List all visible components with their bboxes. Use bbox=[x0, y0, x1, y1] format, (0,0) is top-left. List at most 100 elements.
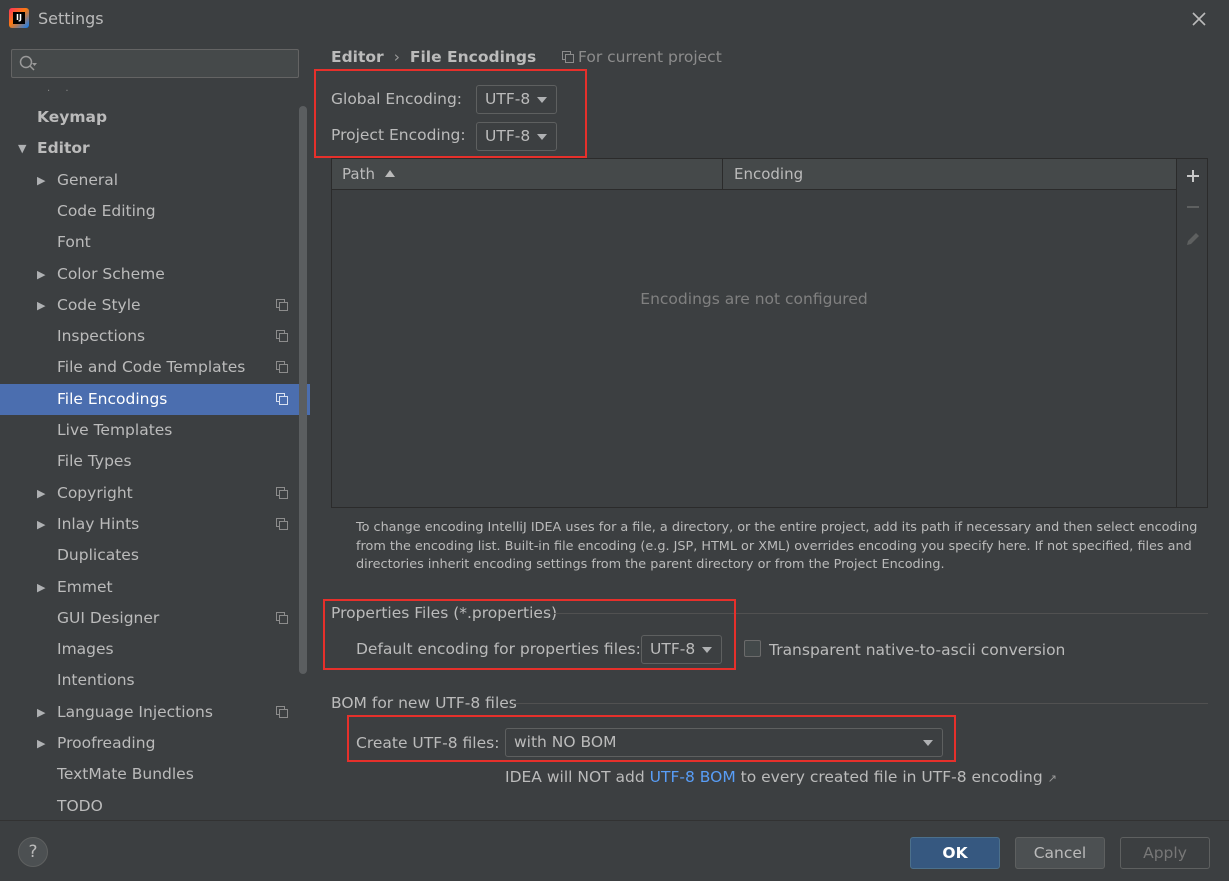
expand-arrow-closed-icon[interactable]: ▶ bbox=[37, 572, 45, 603]
sidebar-item-editor[interactable]: ▼ Editor bbox=[0, 133, 310, 164]
search-icon bbox=[19, 55, 37, 71]
expand-arrow-closed-icon[interactable]: ▶ bbox=[37, 728, 45, 759]
add-button[interactable] bbox=[1183, 166, 1203, 186]
window-title: Settings bbox=[38, 9, 104, 28]
sidebar-item-font[interactable]: Font bbox=[0, 227, 310, 258]
sidebar-scrollbar[interactable] bbox=[299, 106, 307, 674]
global-encoding-value: UTF-8 bbox=[485, 90, 531, 108]
sidebar-item-todo[interactable]: TODO bbox=[0, 791, 310, 822]
plus-icon bbox=[1187, 170, 1199, 182]
sidebar-item-textmate-bundles[interactable]: TextMate Bundles bbox=[0, 759, 310, 790]
chevron-down-icon bbox=[537, 97, 547, 103]
dialog-footer: ? OK Cancel Apply bbox=[0, 820, 1229, 881]
sort-ascending-icon bbox=[385, 170, 395, 177]
sidebar-item-color-scheme[interactable]: ▶ Color Scheme bbox=[0, 259, 310, 290]
breadcrumb-separator: › bbox=[393, 48, 400, 66]
project-scope-icon bbox=[276, 393, 288, 405]
logo-text: IJ bbox=[13, 12, 25, 24]
close-button[interactable] bbox=[1188, 8, 1210, 30]
project-scope-icon bbox=[276, 706, 288, 718]
help-button[interactable]: ? bbox=[18, 837, 48, 867]
sidebar-item-emmet[interactable]: ▶ Emmet bbox=[0, 572, 310, 603]
sidebar-item-label: Proofreading bbox=[57, 734, 156, 752]
column-header-path[interactable]: Path bbox=[342, 165, 375, 183]
bom-note: IDEA will NOT add UTF-8 BOM to every cre… bbox=[505, 768, 1057, 786]
cancel-button[interactable]: Cancel bbox=[1015, 837, 1105, 869]
sidebar-item-label: Emmet bbox=[57, 578, 113, 596]
section-divider bbox=[513, 703, 1208, 704]
sidebar-item-language-injections[interactable]: ▶ Language Injections bbox=[0, 697, 310, 728]
expand-arrow-closed-icon[interactable]: ▶ bbox=[37, 509, 45, 540]
sidebar-item-label: Code Style bbox=[57, 296, 141, 314]
remove-button[interactable] bbox=[1183, 197, 1203, 217]
breadcrumb-parent[interactable]: Editor bbox=[331, 48, 384, 66]
sidebar-item-inspections[interactable]: Inspections bbox=[0, 321, 310, 352]
scope-hint-text: For current project bbox=[578, 48, 722, 66]
table-header: Path Encoding bbox=[332, 159, 1176, 190]
properties-default-label: Default encoding for properties files: bbox=[356, 640, 641, 658]
expand-arrow-closed-icon[interactable]: ▶ bbox=[37, 165, 45, 196]
close-icon bbox=[1192, 12, 1206, 26]
expand-arrow-closed-icon[interactable]: ▶ bbox=[37, 259, 45, 290]
sidebar-item-copyright[interactable]: ▶ Copyright bbox=[0, 478, 310, 509]
sidebar-item-live-templates[interactable]: Live Templates bbox=[0, 415, 310, 446]
sidebar-item-label: Duplicates bbox=[57, 546, 139, 564]
expand-arrow-closed-icon[interactable]: ▶ bbox=[37, 290, 45, 321]
edit-icon bbox=[1187, 233, 1199, 245]
minus-icon bbox=[1187, 206, 1199, 208]
encoding-help-text: To change encoding IntelliJ IDEA uses fo… bbox=[356, 520, 1198, 573]
sidebar-item-intentions[interactable]: Intentions bbox=[0, 665, 310, 696]
sidebar-item-label: GUI Designer bbox=[57, 609, 160, 627]
chevron-down-icon bbox=[537, 134, 547, 140]
project-encoding-select[interactable]: UTF-8 bbox=[476, 122, 557, 151]
sidebar-item-label: Copyright bbox=[57, 484, 133, 502]
expand-arrow-closed-icon[interactable]: ▶ bbox=[37, 697, 45, 728]
sidebar-item-label: File Types bbox=[57, 452, 132, 470]
edit-button[interactable] bbox=[1183, 229, 1203, 249]
sidebar-item-code-editing[interactable]: Code Editing bbox=[0, 196, 310, 227]
sidebar-item-images[interactable]: Images bbox=[0, 634, 310, 665]
sidebar-item-inlay-hints[interactable]: ▶ Inlay Hints bbox=[0, 509, 310, 540]
utf8-bom-link[interactable]: UTF-8 BOM bbox=[650, 768, 736, 786]
column-divider[interactable] bbox=[722, 159, 723, 190]
project-encoding-value: UTF-8 bbox=[485, 127, 531, 145]
sidebar-item-label: File Encodings bbox=[57, 390, 168, 408]
breadcrumb: Editor › File Encodings bbox=[331, 48, 536, 66]
sidebar-item-file-and-code-templates[interactable]: File and Code Templates bbox=[0, 352, 310, 383]
project-scope-icon bbox=[276, 487, 288, 499]
native-to-ascii-label[interactable]: Transparent native-to-ascii conversion bbox=[769, 641, 1065, 659]
sidebar-item-file-types[interactable]: File Types bbox=[0, 446, 310, 477]
intellij-logo-icon: IJ bbox=[9, 8, 29, 28]
apply-button[interactable]: Apply bbox=[1120, 837, 1210, 869]
sidebar-item-duplicates[interactable]: Duplicates bbox=[0, 540, 310, 571]
native-to-ascii-checkbox[interactable] bbox=[744, 640, 761, 657]
title-bar: IJ Settings bbox=[0, 0, 1229, 38]
sidebar-item-gui-designer[interactable]: GUI Designer bbox=[0, 603, 310, 634]
create-utf8-select[interactable]: with NO BOM bbox=[505, 728, 943, 757]
sidebar-item-file-encodings[interactable]: File Encodings bbox=[0, 384, 310, 415]
expand-arrow-closed-icon[interactable]: ▶ bbox=[37, 478, 45, 509]
column-header-encoding[interactable]: Encoding bbox=[734, 165, 803, 183]
expand-arrow-open-icon[interactable]: ▼ bbox=[18, 133, 26, 164]
chevron-down-icon bbox=[702, 647, 712, 653]
sidebar-item-label: Inlay Hints bbox=[57, 515, 140, 533]
search-input[interactable] bbox=[11, 49, 299, 78]
path-encoding-table: Path Encoding Encodings are not configur… bbox=[331, 158, 1177, 508]
global-encoding-select[interactable]: UTF-8 bbox=[476, 85, 557, 114]
ok-button[interactable]: OK bbox=[910, 837, 1000, 869]
sidebar-item-label: Images bbox=[57, 640, 114, 658]
sidebar-item-keymap[interactable]: Keymap bbox=[0, 102, 310, 133]
project-scope-icon bbox=[276, 330, 288, 342]
tree-partial-item: · · bbox=[47, 86, 75, 97]
properties-encoding-select[interactable]: UTF-8 bbox=[641, 635, 722, 664]
file-encodings-panel: Editor › File Encodings For current projec… bbox=[310, 38, 1229, 820]
sidebar-item-label: Keymap bbox=[37, 108, 108, 126]
sidebar-item-proofreading[interactable]: ▶ Proofreading bbox=[0, 728, 310, 759]
sidebar-item-label: Color Scheme bbox=[57, 265, 165, 283]
project-scope-icon bbox=[276, 518, 288, 530]
sidebar-item-code-style[interactable]: ▶ Code Style bbox=[0, 290, 310, 321]
sidebar-item-label: Inspections bbox=[57, 327, 146, 345]
scope-hint: For current project bbox=[562, 48, 722, 66]
sidebar-item-label: Editor bbox=[37, 139, 90, 157]
sidebar-item-general[interactable]: ▶ General bbox=[0, 165, 310, 196]
